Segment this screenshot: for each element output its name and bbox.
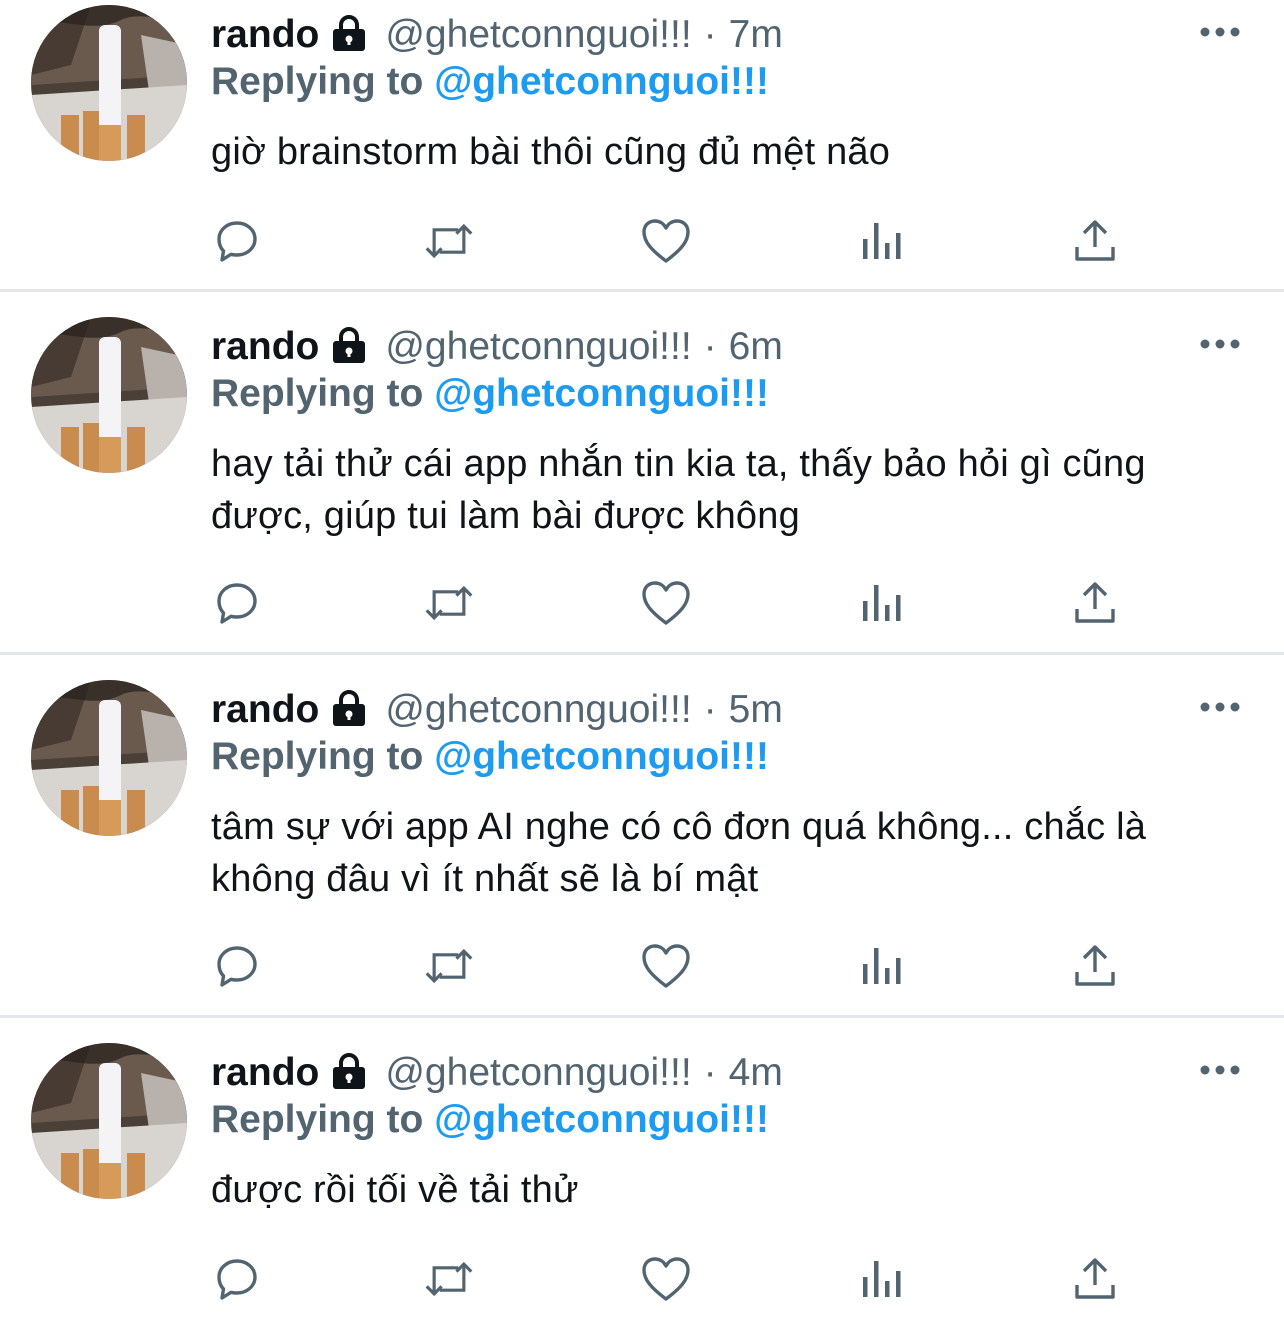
action-bar [0, 215, 1284, 267]
reply-icon [213, 579, 261, 627]
replying-to-label: Replying to [211, 60, 424, 103]
replying-to-line: Replying to @ghetconnguoi!!! [211, 1098, 769, 1142]
avatar[interactable] [31, 680, 187, 836]
lock-icon [329, 15, 369, 56]
separator-dot: · [703, 325, 717, 368]
username-handle[interactable]: @ghetconnguoi!!! [385, 325, 691, 369]
more-options-icon[interactable] [1198, 697, 1242, 717]
replying-to-mention[interactable]: @ghetconnguoi!!! [434, 735, 769, 778]
timestamp[interactable]: 5m [729, 688, 783, 732]
share-button[interactable] [1069, 577, 1121, 629]
tweet[interactable]: rando @ghetconnguoi!!! · 5m Replying to … [0, 655, 1284, 1015]
analytics-button[interactable] [855, 577, 907, 629]
timestamp[interactable]: 7m [729, 13, 783, 57]
reply-icon [213, 1255, 261, 1303]
retweet-icon [423, 942, 475, 990]
username-handle[interactable]: @ghetconnguoi!!! [385, 688, 691, 732]
more-options-icon[interactable] [1198, 22, 1242, 42]
like-button[interactable] [640, 577, 692, 629]
tweet-header: rando @ghetconnguoi!!! · 5m [211, 687, 783, 733]
share-button[interactable] [1069, 940, 1121, 992]
display-name[interactable]: rando [211, 1051, 319, 1095]
tweet-text: tâm sự với app AI nghe có cô đơn quá khô… [211, 806, 1147, 900]
reply-button[interactable] [211, 215, 263, 267]
tweet[interactable]: rando @ghetconnguoi!!! · 4m Replying to … [0, 1018, 1284, 1320]
avatar[interactable] [31, 1043, 187, 1199]
retweet-icon [423, 1255, 475, 1303]
lock-icon [329, 327, 369, 368]
analytics-button[interactable] [855, 215, 907, 267]
lock-icon [329, 1053, 369, 1094]
replying-to-line: Replying to @ghetconnguoi!!! [211, 372, 769, 416]
replying-to-mention[interactable]: @ghetconnguoi!!! [434, 60, 769, 103]
retweet-button[interactable] [423, 940, 475, 992]
replying-to-line: Replying to @ghetconnguoi!!! [211, 60, 769, 104]
like-icon [640, 1255, 692, 1303]
like-icon [640, 942, 692, 990]
reply-icon [213, 942, 261, 990]
timestamp[interactable]: 6m [729, 325, 783, 369]
retweet-icon [423, 217, 475, 265]
username-handle[interactable]: @ghetconnguoi!!! [385, 13, 691, 57]
separator-dot: · [703, 13, 717, 56]
tweet-header: rando @ghetconnguoi!!! · 6m [211, 324, 783, 370]
like-icon [640, 579, 692, 627]
analytics-icon [857, 579, 905, 627]
username-handle[interactable]: @ghetconnguoi!!! [385, 1051, 691, 1095]
display-name[interactable]: rando [211, 325, 319, 369]
action-bar [0, 1253, 1284, 1305]
display-name[interactable]: rando [211, 688, 319, 732]
avatar[interactable] [31, 317, 187, 473]
tweet-text: giờ brainstorm bài thôi cũng đủ mệt não [211, 131, 891, 173]
replying-to-mention[interactable]: @ghetconnguoi!!! [434, 372, 769, 415]
like-button[interactable] [640, 215, 692, 267]
like-icon [640, 217, 692, 265]
like-button[interactable] [640, 1253, 692, 1305]
tweet[interactable]: rando @ghetconnguoi!!! · 6m Replying to … [0, 292, 1284, 652]
share-icon [1071, 217, 1119, 265]
retweet-icon [423, 579, 475, 627]
replying-to-line: Replying to @ghetconnguoi!!! [211, 735, 769, 779]
action-bar [0, 577, 1284, 629]
analytics-icon [857, 1255, 905, 1303]
replying-to-label: Replying to [211, 735, 424, 778]
tweet-text: được rồi tối về tải thử [211, 1169, 579, 1211]
replying-to-mention[interactable]: @ghetconnguoi!!! [434, 1098, 769, 1141]
share-button[interactable] [1069, 1253, 1121, 1305]
tweet[interactable]: rando @ghetconnguoi!!! · 7m Replying to … [0, 0, 1284, 290]
share-icon [1071, 579, 1119, 627]
avatar[interactable] [31, 5, 187, 161]
like-button[interactable] [640, 940, 692, 992]
share-button[interactable] [1069, 215, 1121, 267]
lock-icon [329, 690, 369, 731]
share-icon [1071, 942, 1119, 990]
analytics-icon [857, 942, 905, 990]
reply-icon [213, 217, 261, 265]
more-options-icon[interactable] [1198, 334, 1242, 354]
tweet-header: rando @ghetconnguoi!!! · 7m [211, 12, 783, 58]
tweet-text: hay tải thử cái app nhắn tin kia ta, thấ… [211, 443, 1146, 537]
separator-dot: · [703, 1051, 717, 1094]
reply-button[interactable] [211, 940, 263, 992]
replying-to-label: Replying to [211, 1098, 424, 1141]
reply-button[interactable] [211, 1253, 263, 1305]
replying-to-label: Replying to [211, 372, 424, 415]
analytics-icon [857, 217, 905, 265]
more-options-icon[interactable] [1198, 1060, 1242, 1080]
retweet-button[interactable] [423, 1253, 475, 1305]
separator-dot: · [703, 688, 717, 731]
analytics-button[interactable] [855, 940, 907, 992]
timestamp[interactable]: 4m [729, 1051, 783, 1095]
retweet-button[interactable] [423, 215, 475, 267]
retweet-button[interactable] [423, 577, 475, 629]
reply-button[interactable] [211, 577, 263, 629]
tweet-header: rando @ghetconnguoi!!! · 4m [211, 1050, 783, 1096]
analytics-button[interactable] [855, 1253, 907, 1305]
share-icon [1071, 1255, 1119, 1303]
display-name[interactable]: rando [211, 13, 319, 57]
action-bar [0, 940, 1284, 992]
